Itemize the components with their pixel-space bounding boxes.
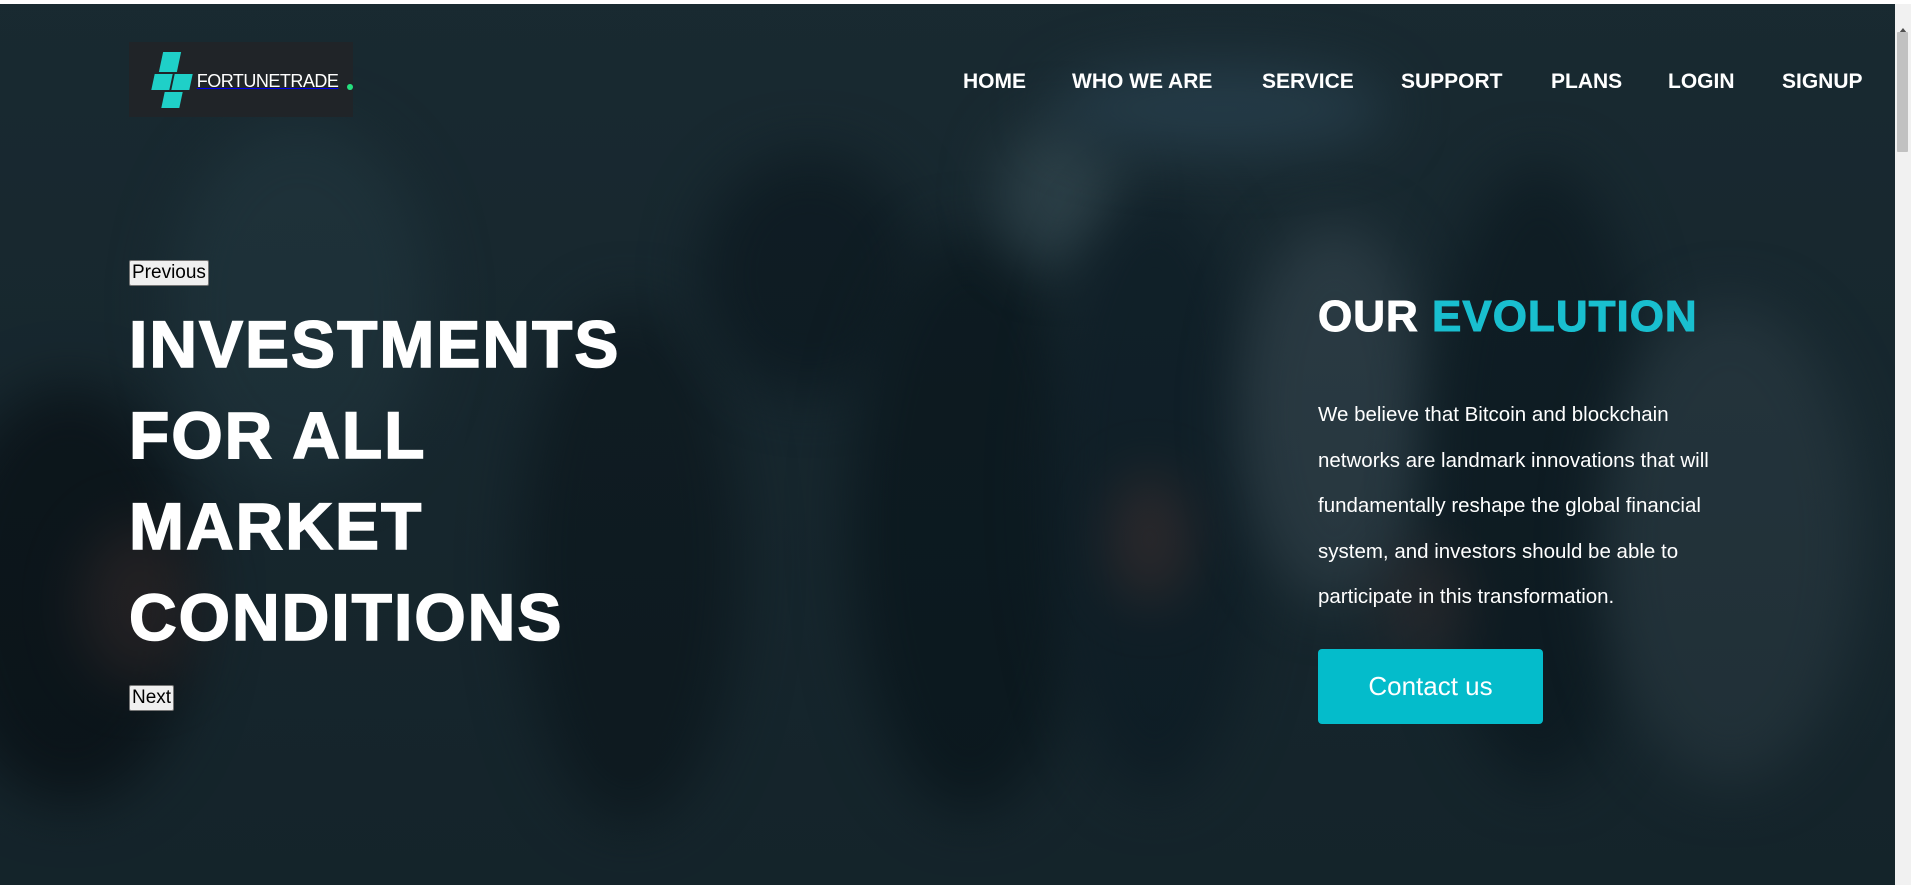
scrollbar-thumb[interactable] [1897, 32, 1908, 152]
headline-line: CONDITIONS [128, 579, 564, 655]
evolution-title-prefix: OUR [1318, 292, 1419, 342]
nav-home[interactable]: HOME [963, 68, 1026, 96]
hero-section: FORTUNETRADE HOME WHO WE ARE SERVICE SUP… [0, 4, 1895, 885]
slider-next-button[interactable]: Next [129, 685, 175, 711]
vertical-scrollbar[interactable] [1895, 4, 1911, 885]
contact-us-button[interactable]: Contact us [1318, 649, 1543, 724]
headline-line: INVESTMENTS [128, 306, 621, 382]
hero-headline: INVESTMENTS FOR ALL MARKET CONDITIONS [128, 299, 621, 663]
evolution-title: OUR EVOLUTION [1318, 292, 1698, 342]
headline-line: MARKET [128, 488, 424, 564]
slider-previous-button[interactable]: Previous [129, 260, 209, 286]
nav-signup[interactable]: SIGNUP [1782, 68, 1863, 96]
evolution-title-accent: EVOLUTION [1432, 292, 1698, 342]
nav-plans[interactable]: PLANS [1551, 68, 1622, 96]
nav-who-we-are[interactable]: WHO WE ARE [1072, 68, 1212, 96]
main-navigation: HOME WHO WE ARE SERVICE SUPPORT PLANS LO… [0, 68, 1895, 96]
evolution-description: We believe that Bitcoin and blockchain n… [1318, 403, 1709, 608]
headline-line: FOR ALL [128, 397, 427, 473]
nav-support[interactable]: SUPPORT [1401, 68, 1503, 96]
nav-service[interactable]: SERVICE [1262, 68, 1354, 96]
nav-login[interactable]: LOGIN [1668, 68, 1735, 96]
